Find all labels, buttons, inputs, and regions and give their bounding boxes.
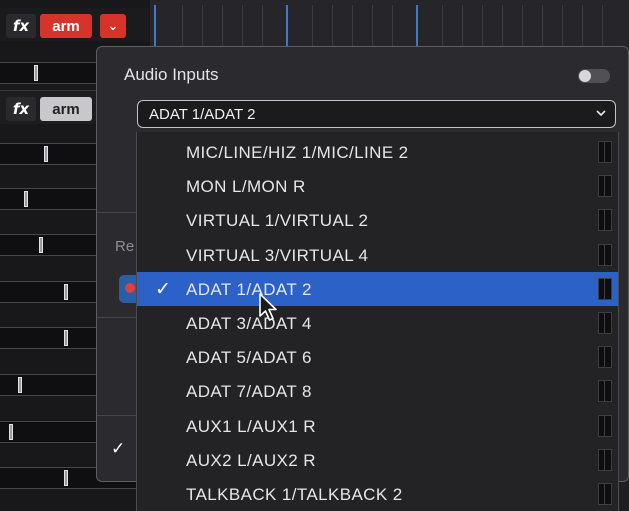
level-meter	[598, 346, 612, 369]
grid-line	[242, 5, 243, 48]
dropdown-option-label: ADAT 1/ADAT 2	[186, 279, 312, 299]
grid-line	[392, 5, 393, 48]
grid-line	[262, 5, 263, 48]
input-dropdown-list: MIC/LINE/HIZ 1/MIC/LINE 2 MON L/MON R VIRT…	[136, 132, 619, 511]
dropdown-option-label: AUX1 L/AUX1 R	[186, 416, 316, 436]
dropdown-option-label: VIRTUAL 3/VIRTUAL 4	[186, 245, 369, 265]
grid-line	[332, 5, 333, 48]
fader-handle[interactable]	[64, 470, 68, 486]
dropdown-option-label: VIRTUAL 1/VIRTUAL 2	[186, 211, 369, 231]
dropdown-option[interactable]: ADAT 7/ADAT 8	[137, 374, 618, 408]
dropdown-option[interactable]: ✓ ADAT 1/ADAT 2	[137, 271, 618, 306]
dropdown-option[interactable]: TALKBACK 1/TALKBACK 2	[137, 477, 618, 511]
dropdown-option[interactable]: MON L/MON R	[137, 169, 618, 203]
timeline-grid[interactable]	[150, 0, 629, 48]
fx-button[interactable]: fx	[6, 14, 36, 38]
playhead-marker	[154, 5, 156, 48]
level-meter	[598, 483, 612, 505]
track-header-1: fx arm ⌄	[0, 8, 150, 41]
dropdown-option-label: AUX2 L/AUX2 R	[186, 450, 316, 470]
checkmark-icon: ✓	[155, 278, 171, 300]
dropdown-option-label: ADAT 5/ADAT 6	[186, 348, 312, 368]
level-meter	[598, 277, 612, 300]
dropdown-option[interactable]: ADAT 3/ADAT 4	[137, 306, 618, 340]
mouse-cursor-icon	[258, 292, 280, 327]
input-select[interactable]: ADAT 1/ADAT 2	[137, 100, 616, 128]
dropdown-option[interactable]: MIC/LINE/HIZ 1/MIC/LINE 2	[137, 135, 618, 169]
grid-line	[222, 5, 223, 48]
dropdown-option-label: ADAT 7/ADAT 8	[186, 382, 312, 402]
grid-line	[522, 5, 523, 48]
fader-handle[interactable]	[44, 146, 48, 162]
fader-handle[interactable]	[64, 284, 68, 300]
dropdown-option[interactable]: AUX1 L/AUX1 R	[137, 409, 618, 443]
grid-line	[602, 5, 603, 48]
record-section-label: Re	[115, 238, 135, 255]
panel-title: Audio Inputs	[124, 65, 219, 84]
grid-line	[442, 5, 443, 48]
fader-handle[interactable]	[9, 424, 13, 440]
dropdown-option-label: ADAT 3/ADAT 4	[186, 314, 312, 333]
dropdown-option[interactable]: ADAT 5/ADAT 6	[137, 340, 618, 374]
level-meter	[598, 209, 612, 232]
dropdown-option[interactable]: AUX2 L/AUX2 R	[137, 443, 618, 477]
grid-line	[352, 5, 353, 48]
arm-button[interactable]: arm	[40, 14, 92, 38]
fader-handle[interactable]	[39, 237, 43, 253]
dropdown-option-label: MON L/MON R	[186, 177, 306, 197]
level-meter	[598, 175, 612, 198]
fader-handle[interactable]	[24, 191, 28, 207]
dropdown-option[interactable]: VIRTUAL 3/VIRTUAL 4	[137, 238, 618, 272]
fader-handle[interactable]	[64, 330, 68, 346]
dropdown-option-label: MIC/LINE/HIZ 1/MIC/LINE 2	[186, 143, 409, 162]
chevron-down-icon	[595, 107, 607, 122]
audio-inputs-toggle[interactable]	[578, 69, 610, 83]
level-meter	[598, 312, 612, 334]
divider	[97, 415, 137, 416]
divider	[97, 212, 137, 213]
divider	[97, 317, 137, 318]
level-meter	[598, 380, 612, 403]
dropdown-option-label: TALKBACK 1/TALKBACK 2	[186, 485, 403, 504]
grid-line	[482, 5, 483, 48]
grid-line	[502, 5, 503, 48]
checkmark-icon: ✓	[111, 439, 126, 458]
chevron-down-icon: ⌄	[107, 18, 119, 34]
track-options-button[interactable]: ⌄	[100, 14, 126, 38]
loop-marker	[286, 5, 288, 48]
fader-handle[interactable]	[18, 377, 22, 393]
input-select-value: ADAT 1/ADAT 2	[149, 106, 256, 123]
grid-line	[542, 5, 543, 48]
loop-marker	[416, 5, 418, 48]
arm-button[interactable]: arm	[40, 97, 92, 121]
grid-line	[182, 5, 183, 48]
record-dot-icon	[125, 283, 135, 293]
level-meter	[598, 448, 612, 471]
grid-line	[562, 5, 563, 48]
level-meter	[598, 414, 612, 437]
dropdown-option[interactable]: VIRTUAL 1/VIRTUAL 2	[137, 203, 618, 237]
fader-handle[interactable]	[34, 65, 38, 81]
grid-line	[202, 5, 203, 48]
grid-line	[582, 5, 583, 48]
fx-button[interactable]: fx	[6, 97, 36, 121]
grid-line	[312, 5, 313, 48]
level-meter	[598, 141, 612, 163]
grid-line	[372, 5, 373, 48]
level-meter	[598, 243, 612, 266]
toggle-knob	[579, 70, 591, 82]
grid-line	[462, 5, 463, 48]
